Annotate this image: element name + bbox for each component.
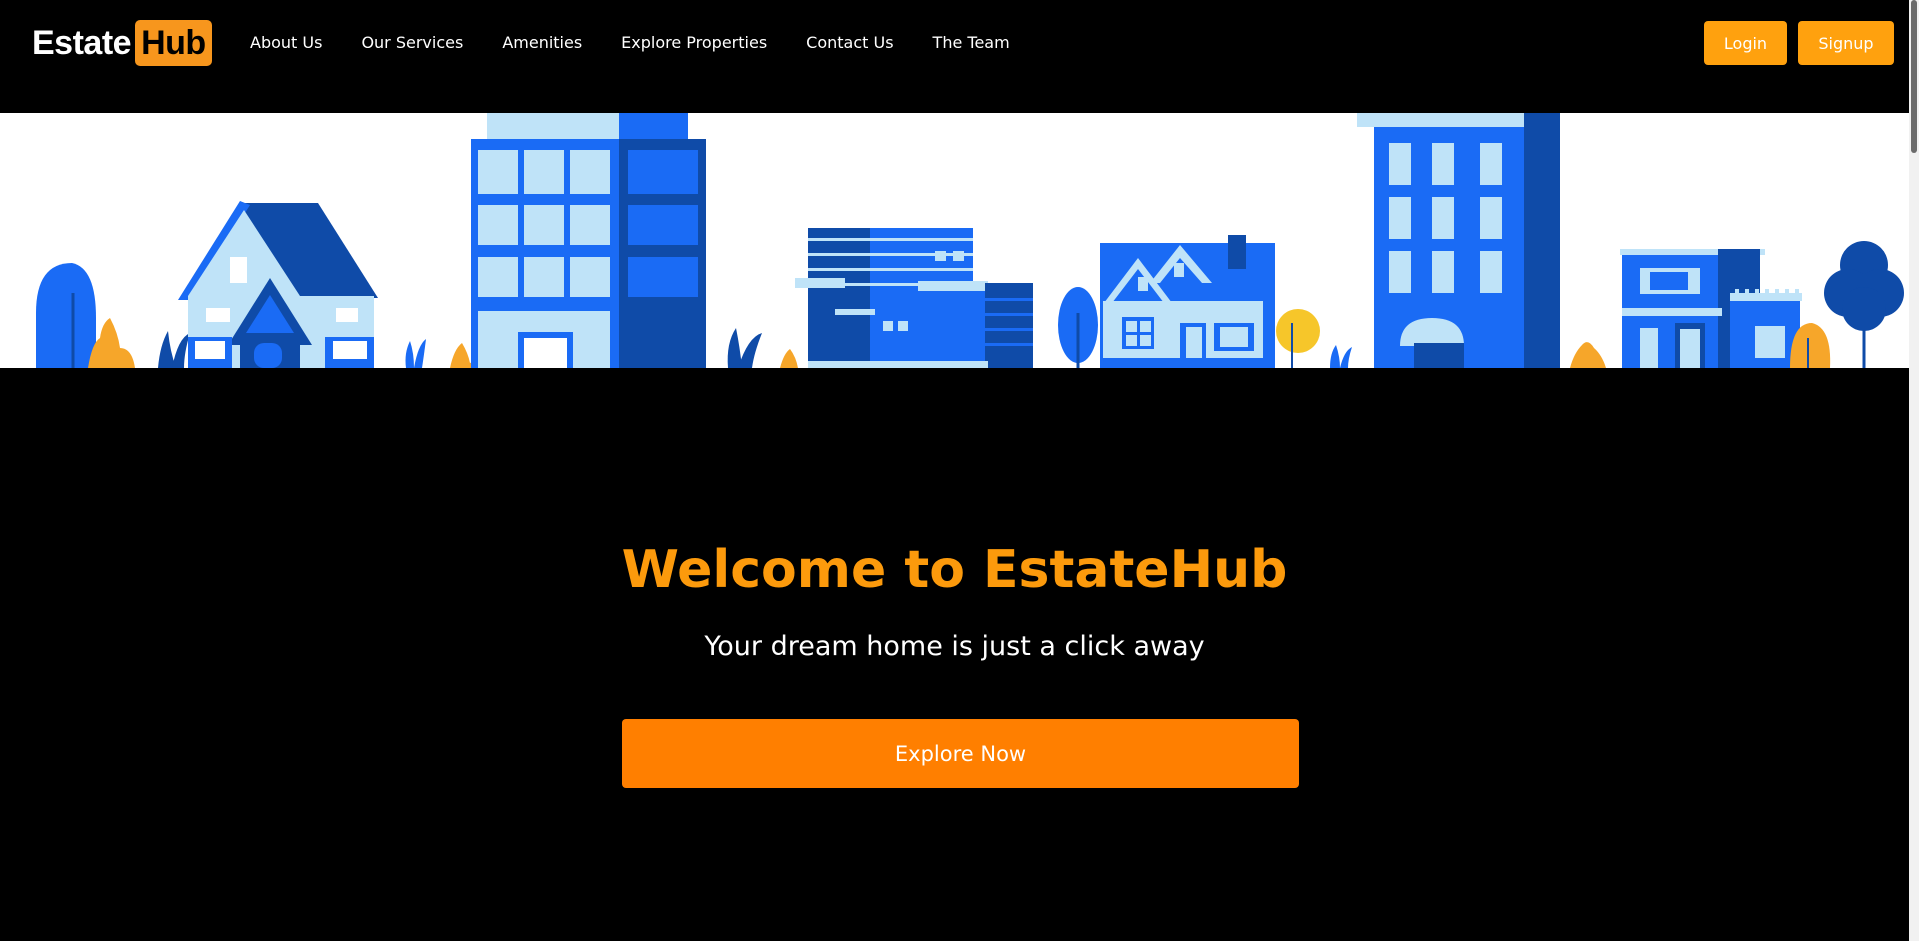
bush-illustration xyxy=(1570,342,1606,368)
house-illustration xyxy=(178,201,378,368)
cityscape-banner xyxy=(0,113,1909,368)
signup-button[interactable]: Signup xyxy=(1798,21,1894,65)
nav-link-explore-properties[interactable]: Explore Properties xyxy=(621,31,767,55)
office-building-illustration xyxy=(471,113,706,368)
nav-link-contact-us[interactable]: Contact Us xyxy=(806,31,893,55)
nav-link-about-us[interactable]: About Us xyxy=(250,31,322,55)
logo-text: Estate xyxy=(32,24,132,62)
hero-subtitle: Your dream home is just a click away xyxy=(704,631,1205,662)
login-button[interactable]: Login xyxy=(1704,21,1787,65)
auth-buttons: Login Signup xyxy=(1704,21,1894,65)
office-building-illustration xyxy=(1357,113,1560,368)
page-scrollbar[interactable] xyxy=(1909,0,1919,941)
modern-house-illustration xyxy=(1620,249,1802,368)
explore-now-button[interactable]: Explore Now xyxy=(622,719,1299,788)
hero-title: Welcome to EstateHub xyxy=(621,540,1288,600)
tree-illustration xyxy=(1824,241,1904,368)
cityscape-illustration xyxy=(36,113,1904,368)
logo-highlight: Hub xyxy=(135,20,212,66)
plant-illustration xyxy=(158,331,190,368)
main-nav: About Us Our Services Amenities Explore … xyxy=(250,31,1010,55)
hero-section: Welcome to EstateHub Your dream home is … xyxy=(0,368,1909,941)
apartment-building-illustration xyxy=(795,228,1033,368)
nav-link-amenities[interactable]: Amenities xyxy=(502,31,582,55)
navbar: Estate Hub About Us Our Services Ameniti… xyxy=(0,0,1909,113)
nav-link-our-services[interactable]: Our Services xyxy=(361,31,463,55)
tree-illustration xyxy=(36,263,96,368)
tree-illustration xyxy=(1276,309,1320,368)
plant-illustration xyxy=(727,328,798,368)
scrollbar-thumb[interactable] xyxy=(1911,0,1917,153)
house-illustration xyxy=(1100,235,1275,368)
plant-illustration xyxy=(1330,345,1352,368)
tree-illustration xyxy=(1058,287,1098,368)
nav-link-the-team[interactable]: The Team xyxy=(933,31,1010,55)
site-logo[interactable]: Estate Hub xyxy=(32,20,212,66)
